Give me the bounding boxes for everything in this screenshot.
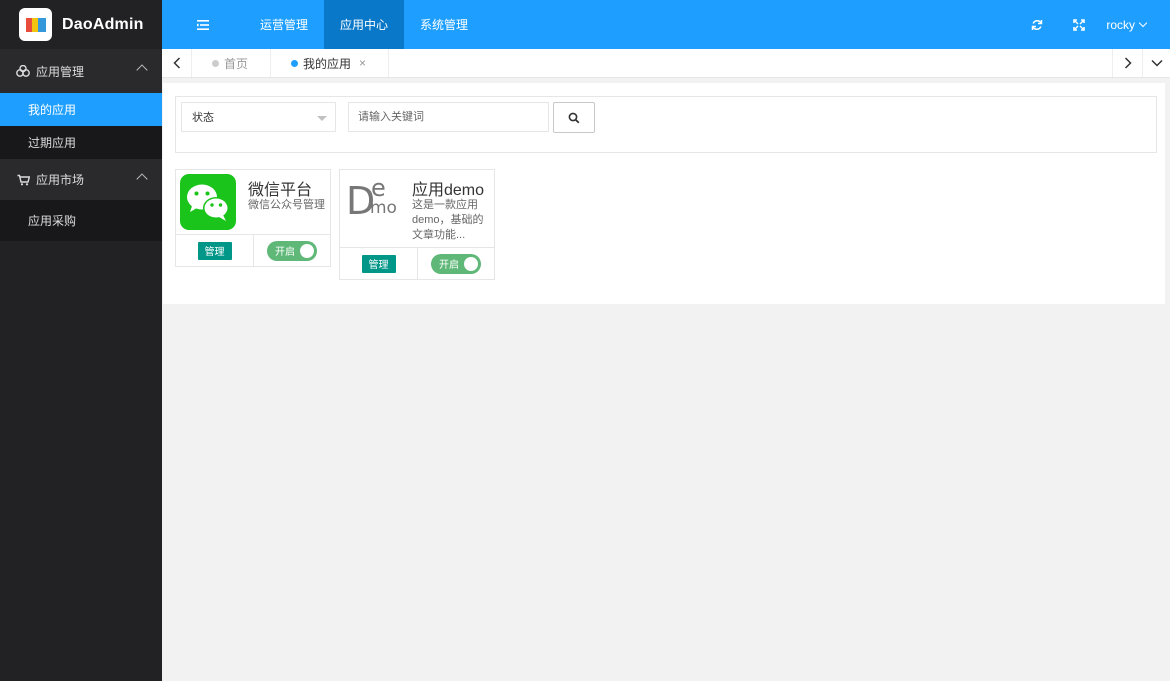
tab-my-apps[interactable]: 我的应用 × <box>271 49 390 77</box>
nav-system[interactable]: 系统管理 <box>404 0 484 49</box>
app-title: 微信平台 <box>248 182 313 199</box>
status-select[interactable]: 状态 <box>181 102 336 132</box>
menu-head-label: 应用管理 <box>36 64 85 79</box>
tab-scroll-right-button[interactable] <box>1112 49 1142 77</box>
chevron-up-icon <box>136 64 148 76</box>
fullscreen-icon <box>1073 18 1086 31</box>
tab-scroll-left-button[interactable] <box>162 49 192 77</box>
sidebar-item-app-purchase[interactable]: 应用采购 <box>0 200 162 241</box>
tab-label: 我的应用 <box>303 56 352 71</box>
sidebar-item-my-apps[interactable]: 我的应用 <box>0 93 162 126</box>
manage-button[interactable]: 管理 <box>361 254 396 273</box>
user-menu[interactable]: rocky <box>1100 18 1170 32</box>
nav-operations[interactable]: 运营管理 <box>244 0 324 49</box>
menu-group-app-market: 应用市场 应用采购 <box>0 159 162 241</box>
tab-dot <box>291 59 299 67</box>
toggle-knob <box>464 256 478 271</box>
caret-down-icon <box>317 116 327 121</box>
menu-head-app-management[interactable]: 应用管理 <box>0 49 162 93</box>
app-name: DaoAdmin <box>62 15 144 33</box>
logo-icon <box>19 8 52 41</box>
menu-head-app-market[interactable]: 应用市场 <box>0 159 162 200</box>
nav-app-center[interactable]: 应用中心 <box>324 0 405 49</box>
cart-icon <box>16 174 30 186</box>
status-select-label: 状态 <box>192 112 214 124</box>
enable-toggle[interactable]: 开启 <box>267 240 317 261</box>
app-title: 应用demo <box>412 182 485 199</box>
search-icon <box>568 112 580 123</box>
user-name: rocky <box>1106 17 1135 32</box>
sidebar-item-expired-apps[interactable]: 过期应用 <box>0 126 162 159</box>
enable-toggle[interactable]: 开启 <box>431 253 481 274</box>
tab-options-button[interactable] <box>1142 49 1170 77</box>
main-content: 状态 微信平台 微信公众号管理 管理 <box>163 83 1165 304</box>
toggle-knob <box>300 243 314 258</box>
tab-dot <box>212 59 219 67</box>
chevron-down-icon <box>1138 18 1148 28</box>
toggle-label: 开启 <box>439 260 459 271</box>
cubes-icon <box>16 65 30 77</box>
close-icon[interactable]: × <box>359 56 366 70</box>
tab-bar: 首页 我的应用 × <box>162 49 1170 78</box>
sidebar: DaoAdmin 应用管理 我的应用 过期应用 应用市场 应用采购 <box>0 0 162 681</box>
menu-toggle-icon <box>197 19 209 30</box>
menu-group-app-management: 应用管理 我的应用 过期应用 <box>0 49 162 159</box>
demo-logo-icon: De mo <box>346 174 397 223</box>
wechat-icon <box>180 174 236 230</box>
chevron-left-icon <box>172 57 180 69</box>
toggle-label: 开启 <box>275 247 295 258</box>
tab-label: 首页 <box>224 56 249 71</box>
refresh-icon <box>1032 19 1043 30</box>
app-description: 微信公众号管理 <box>248 199 325 211</box>
sidebar-toggle-button[interactable] <box>162 0 244 49</box>
app-description: 这是一款应用demo，基础的文章功能... <box>412 199 484 241</box>
manage-button[interactable]: 管理 <box>197 241 232 260</box>
filter-panel: 状态 <box>175 96 1157 153</box>
menu-head-label: 应用市场 <box>36 173 85 187</box>
search-input[interactable] <box>348 102 549 132</box>
chevron-up-icon <box>136 173 148 185</box>
chevron-right-icon <box>1124 57 1132 69</box>
search-button[interactable] <box>553 102 595 133</box>
fullscreen-button[interactable] <box>1058 0 1100 49</box>
tab-home[interactable]: 首页 <box>192 49 272 77</box>
header: 运营管理 应用中心 系统管理 rocky <box>162 0 1170 49</box>
app-card-demo: De mo 应用demo 这是一款应用demo，基础的文章功能... 管理 开启 <box>339 169 495 280</box>
logo[interactable]: DaoAdmin <box>0 0 162 49</box>
chevron-down-icon <box>1150 59 1163 67</box>
app-card-wechat: 微信平台 微信公众号管理 管理 开启 <box>175 169 331 267</box>
refresh-button[interactable] <box>1016 0 1058 49</box>
